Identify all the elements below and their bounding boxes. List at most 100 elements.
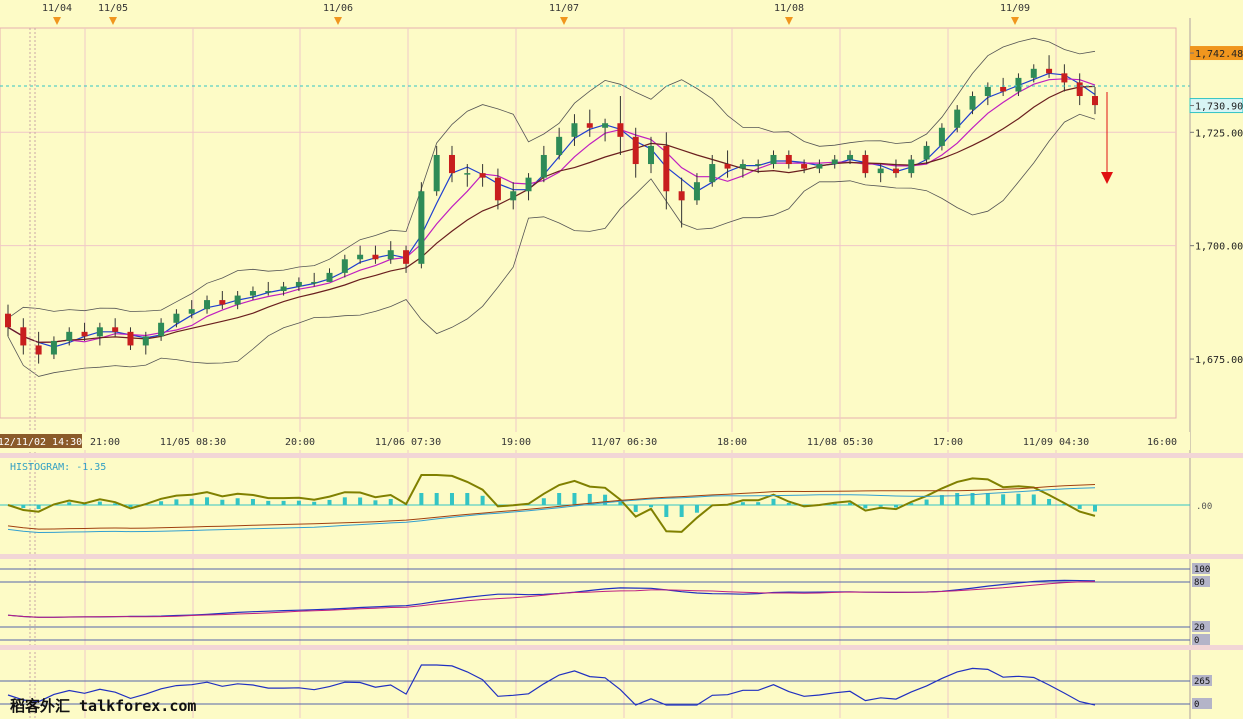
top-date-label: 11/05 [98, 3, 128, 14]
histogram-bar [281, 500, 286, 505]
histogram-bar [863, 505, 868, 509]
candle-body [158, 322, 165, 337]
top-date-label: 11/04 [42, 3, 72, 14]
histogram-bar [633, 505, 638, 512]
top-date-label: 11/08 [774, 3, 804, 14]
candle-body [265, 291, 272, 293]
candle-body [831, 159, 838, 165]
histogram-bar [465, 493, 470, 505]
time-axis-label: 21:00 [90, 437, 120, 448]
histogram-bar [955, 493, 960, 505]
histogram-bar [1031, 494, 1036, 505]
time-axis-label: 11/08 05:30 [807, 437, 873, 448]
candle-body [35, 345, 42, 355]
candle-body [127, 331, 134, 346]
histogram-bar [373, 500, 378, 505]
candle-body [433, 154, 440, 192]
histogram-axis-label: .00 [1196, 502, 1212, 512]
price-label: 1,700.00 [1195, 242, 1243, 253]
time-axis-label: 19:00 [501, 437, 531, 448]
candle-body [295, 281, 302, 287]
histogram-bar [205, 497, 210, 505]
histogram-bar [449, 493, 454, 505]
candle-body [219, 300, 226, 305]
top-date-label: 11/06 [323, 3, 353, 14]
histogram-bar [939, 495, 944, 505]
histogram-bar [603, 494, 608, 505]
histogram-bar [358, 497, 363, 505]
candle-body [1000, 86, 1007, 92]
candle-body [1015, 77, 1022, 92]
candle-body [81, 331, 88, 337]
histogram-bar [649, 505, 654, 508]
stochastic-level-label: 80 [1194, 578, 1205, 588]
histogram-bar [557, 493, 562, 505]
histogram-bar [296, 500, 301, 505]
price-label: 1,742.48 [1195, 49, 1243, 60]
candle-body [1030, 68, 1037, 78]
histogram-bar [985, 493, 990, 505]
candle-body [954, 109, 961, 128]
candle-body [648, 145, 655, 165]
candle-body [632, 136, 639, 165]
candle-body [663, 145, 670, 192]
time-axis-label: 20:00 [285, 437, 315, 448]
candle-body [173, 313, 180, 323]
price-label: 1,675.00 [1195, 355, 1243, 366]
candle-body [142, 336, 149, 346]
candle-body [556, 136, 563, 155]
histogram-bar [235, 498, 240, 505]
price-label: 1,725.00 [1195, 128, 1243, 139]
panel-separator [0, 453, 1243, 458]
histogram-bar [312, 501, 317, 505]
histogram-bar [21, 505, 26, 508]
candle-body [693, 182, 700, 201]
cci-level-label: 0 [1194, 700, 1199, 710]
histogram-bar [572, 493, 577, 505]
histogram-bar [1001, 494, 1006, 505]
candle-body [739, 164, 746, 169]
candle-body [204, 300, 211, 310]
histogram-bar [541, 498, 546, 505]
candle-body [724, 164, 731, 169]
histogram-bar [342, 497, 347, 505]
candle-body [372, 254, 379, 260]
histogram-bar [1077, 505, 1082, 509]
histogram-bar [924, 499, 929, 505]
histogram-bar [1016, 493, 1021, 505]
histogram-bar [1093, 505, 1097, 512]
candle-body [403, 250, 410, 264]
candle-body [387, 250, 394, 260]
histogram-bar [878, 505, 883, 507]
candle-body [1061, 73, 1068, 83]
candle-body [862, 154, 869, 174]
cci-level-label: 265 [1194, 677, 1210, 687]
candle-body [770, 154, 777, 165]
histogram-bar [664, 505, 669, 517]
histogram-bar [220, 499, 225, 505]
candle-body [418, 191, 425, 264]
histogram-bar [679, 505, 684, 517]
histogram-bar [756, 502, 761, 505]
time-axis-label: 17:00 [933, 437, 963, 448]
candle-body [234, 295, 241, 305]
candle-body [1092, 96, 1098, 106]
chart: 11/04 11/05 11/06 11/07 11/08 11/09 1,742.48 1… [0, 0, 1243, 719]
histogram-bar [250, 499, 255, 505]
top-date-label: 11/07 [549, 3, 579, 14]
candle-body [877, 168, 884, 174]
candle-body [586, 123, 593, 128]
candle-body [341, 259, 348, 273]
histogram-bar [740, 502, 745, 505]
candle-body [816, 164, 823, 169]
candle-body [969, 96, 976, 110]
time-axis-label: 12/11/02 14:30 [0, 437, 82, 448]
candle-body [847, 154, 854, 160]
chart-background [0, 0, 1243, 719]
time-axis-label: 11/09 04:30 [1023, 437, 1089, 448]
candle-body [311, 281, 318, 284]
candle-body [510, 191, 517, 201]
candle-body [326, 272, 333, 282]
top-date-label: 11/09 [1000, 3, 1030, 14]
candle-body [755, 164, 762, 166]
